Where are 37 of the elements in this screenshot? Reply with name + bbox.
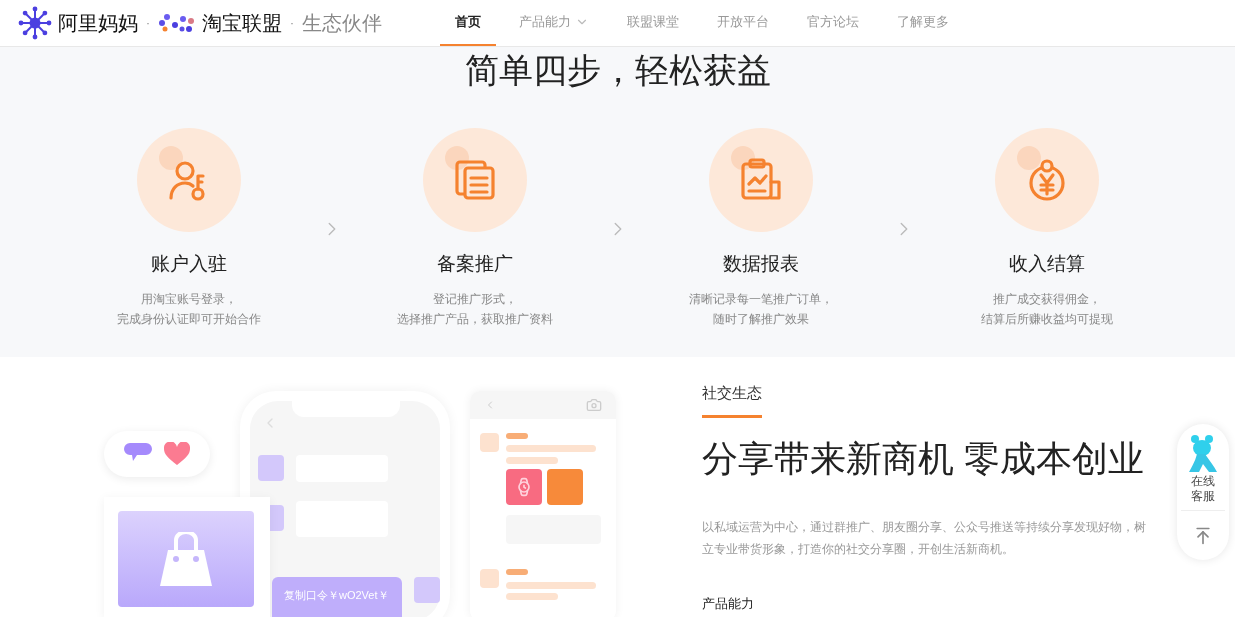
online-service-button[interactable]: 在线客服 — [1187, 424, 1219, 510]
nav-link[interactable]: 产品能力 — [504, 0, 604, 46]
nav-link[interactable]: 官方论坛 — [792, 0, 874, 46]
section-title: 简单四步，轻松获益 — [464, 50, 771, 90]
dots-logo-icon — [158, 13, 196, 33]
password-message-bubble: 复制口令￥wO2Vet￥ — [272, 577, 402, 617]
feature-headline: 分享带来新商机 零成本创业 — [702, 436, 1145, 481]
nav-link[interactable]: 了解更多 — [882, 0, 964, 46]
post-avatar — [480, 433, 499, 452]
site-subtitle: 生态伙伴 — [302, 11, 382, 36]
nav-link[interactable]: 开放平台 — [702, 0, 784, 46]
step-description: 用淘宝账号登录， 完成身份认证即可开始合作 — [116, 290, 261, 328]
step-description: 清晰记录每一笔推广订单， 随时了解推广效果 — [688, 290, 833, 328]
logo-text: 阿里妈妈 — [58, 11, 138, 36]
step-description: 登记推广形式， 选择推广产品，获取推广资料 — [396, 290, 553, 328]
arrow-up-icon — [1193, 525, 1213, 546]
section-tag: 社交生态 — [702, 382, 762, 418]
step-title: 备案推广 — [436, 252, 513, 276]
starburst-logo-icon — [18, 6, 52, 40]
step-title: 收入结算 — [1008, 252, 1085, 276]
user-avatar — [258, 455, 284, 481]
mascot-icon — [1187, 434, 1219, 474]
brand-name: 淘宝联盟 — [202, 11, 282, 36]
subheading: 产品能力 — [702, 594, 755, 613]
camera-icon — [586, 397, 602, 413]
separator-dot: · — [146, 15, 150, 32]
shoe-product-tile — [547, 469, 583, 505]
feature-description: 以私域运营为中心，通过群推广、朋友圈分享、公众号推送等持续分享发现好物，树立专业带货形象，打造你的社交分享圈，开创生活新商机。 — [702, 518, 1147, 558]
nav-link[interactable]: 联盟课堂 — [612, 0, 694, 46]
separator-dot: · — [290, 15, 294, 32]
step-description: 推广成交获得佣金， 结算后所赚收益均可提现 — [980, 290, 1113, 328]
step-title: 数据报表 — [722, 252, 799, 276]
step-title: 账户入驻 — [150, 252, 227, 276]
user-avatar — [414, 577, 440, 603]
heart-icon — [164, 442, 190, 466]
handbag-icon — [158, 532, 214, 586]
post-avatar — [480, 569, 499, 588]
